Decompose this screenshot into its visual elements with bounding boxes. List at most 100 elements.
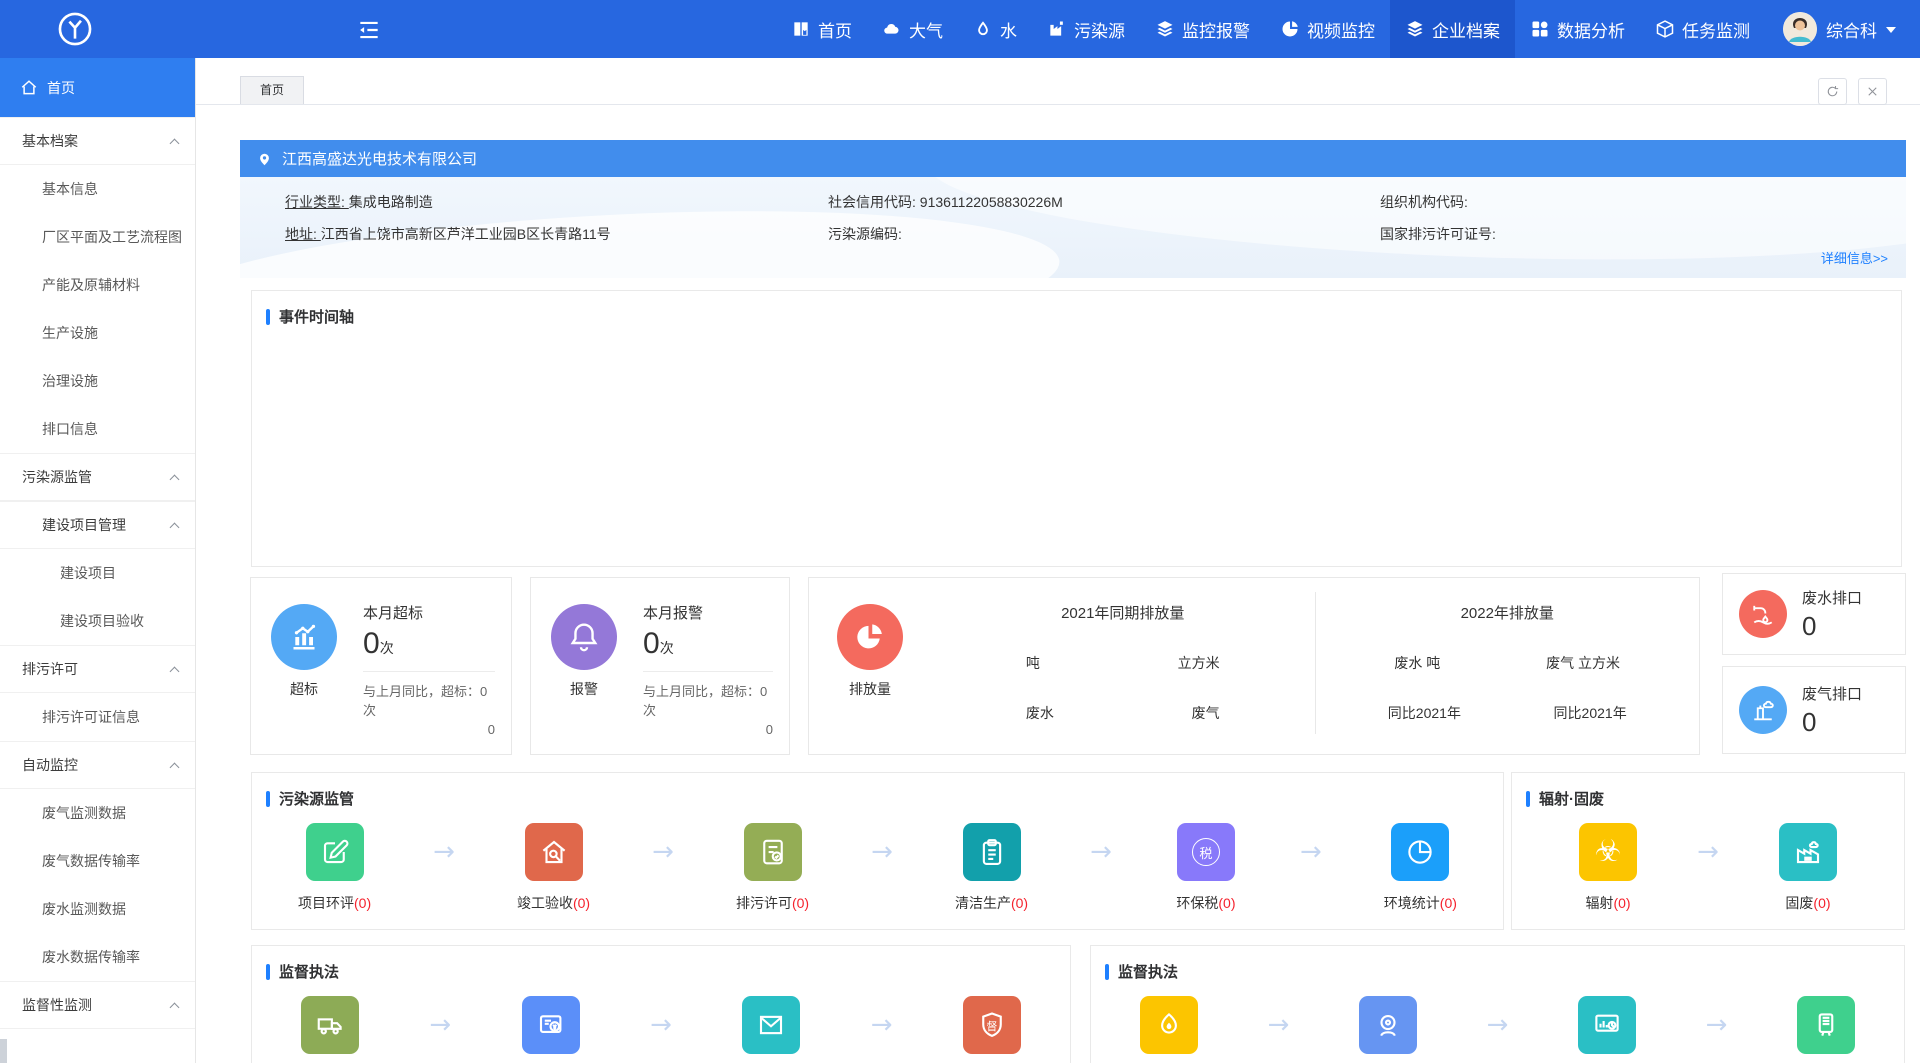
refresh-button[interactable] xyxy=(1818,78,1847,105)
emission-2022-compare: 同比2021年 同比2021年 xyxy=(1316,703,1700,723)
close-button[interactable] xyxy=(1858,78,1887,105)
arrow-right-icon: → xyxy=(1487,1012,1509,1038)
arrow-right-icon: → xyxy=(1300,839,1322,865)
archive-layers-icon xyxy=(1405,19,1425,39)
environment-statistics-item[interactable]: 环境统计(0) xyxy=(1384,823,1457,913)
transport-item[interactable] xyxy=(298,996,362,1054)
sidebar-item-water-transmission-rate[interactable]: 废水数据传输率 xyxy=(0,933,195,981)
field-pollution-code: 污染源编码: xyxy=(828,224,1380,244)
field-org-code: 组织机构代码: xyxy=(1380,192,1906,212)
sidebar-item-discharge-permit-info[interactable]: 排污许可证信息 xyxy=(0,693,195,741)
mini-title: 废气排口 xyxy=(1802,683,1862,704)
sidebar-group-pollution-supervision[interactable]: 污染源监管 xyxy=(0,453,195,501)
video-inspect-item[interactable] xyxy=(1356,996,1420,1054)
divider xyxy=(363,671,495,672)
stat-value: 0次 xyxy=(643,627,773,661)
completion-acceptance-item[interactable]: 竣工验收(0) xyxy=(517,823,590,913)
sidebar-label: 自动监控 xyxy=(22,755,78,775)
nav-monitor-alarm[interactable]: 监控报警 xyxy=(1140,0,1265,58)
panel-title: 监督执法 xyxy=(1091,946,1904,992)
company-fields: 行业类型: 集成电路制造 社会信用代码: 91361122058830226M … xyxy=(240,177,1906,244)
radiation-item[interactable]: ☣ 辐射(0) xyxy=(1576,823,1640,913)
field-permit-no: 国家排污许可证号: xyxy=(1380,224,1906,244)
arrow-right-icon: → xyxy=(652,839,674,865)
nav-atmosphere[interactable]: 大气 xyxy=(867,0,958,58)
arrow-right-icon: → xyxy=(429,1012,451,1038)
sidebar-item-water-monitoring-data[interactable]: 废水监测数据 xyxy=(0,885,195,933)
emission-2021-labels: 废水 废气 xyxy=(931,703,1315,723)
sidebar-item-basic-info[interactable]: 基本信息 xyxy=(0,165,195,213)
sidebar-label: 排口信息 xyxy=(42,419,98,439)
sidebar-item-construction-acceptance[interactable]: 建设项目验收 xyxy=(0,597,195,645)
sidebar-label: 废水监测数据 xyxy=(42,899,126,919)
record-device-item[interactable] xyxy=(1794,996,1858,1054)
nav-home[interactable]: 首页 xyxy=(776,0,867,58)
field-industry: 行业类型: 集成电路制造 xyxy=(285,192,828,212)
sidebar-collapse-icon[interactable] xyxy=(356,17,382,41)
nav-label: 视频监控 xyxy=(1307,17,1375,42)
mini-title: 废水排口 xyxy=(1802,587,1862,608)
chevron-down-icon xyxy=(1886,27,1896,33)
radiation-title: 辐射·固废 xyxy=(1539,788,1604,809)
webcam-icon xyxy=(1359,996,1417,1054)
chevron-up-icon xyxy=(170,139,180,149)
sidebar-scrollbar[interactable] xyxy=(0,1039,7,1063)
sidebar-label: 治理设施 xyxy=(42,371,98,391)
discharge-permit-item[interactable]: 排污许可(0) xyxy=(736,823,809,913)
enforcement-right-title: 监督执法 xyxy=(1118,961,1178,982)
chevron-up-icon xyxy=(170,667,180,677)
sidebar-item-home[interactable]: 首页 xyxy=(0,58,195,117)
sidebar-item-production-facilities[interactable]: 生产设施 xyxy=(0,309,195,357)
panel-title: 污染源监管 xyxy=(252,773,1503,819)
sidebar-group-basic-archives[interactable]: 基本档案 xyxy=(0,117,195,165)
nav-pollution-source[interactable]: 污染源 xyxy=(1032,0,1140,58)
factory-icon xyxy=(1779,823,1837,881)
nav-data-analysis[interactable]: 数据分析 xyxy=(1515,0,1640,58)
nav-task-monitor[interactable]: 任务监测 xyxy=(1640,0,1765,58)
sidebar-item-construction-project[interactable]: 建设项目 xyxy=(0,549,195,597)
clean-production-item[interactable]: 清洁生产(0) xyxy=(955,823,1028,913)
user-menu[interactable]: 综合科 xyxy=(1765,0,1920,58)
sidebar-group-discharge-permit[interactable]: 排污许可 xyxy=(0,645,195,693)
company-info: 行业类型: 集成电路制造 社会信用代码: 91361122058830226M … xyxy=(240,177,1906,278)
sidebar-label: 建设项目管理 xyxy=(42,515,126,535)
nav-water[interactable]: 水 xyxy=(958,0,1032,58)
detail-info-link[interactable]: 详细信息>> xyxy=(1821,248,1888,267)
sidebar-group-auto-monitoring[interactable]: 自动监控 xyxy=(0,741,195,789)
invoice-item[interactable] xyxy=(519,996,583,1054)
panel-title: 监督执法 xyxy=(252,946,1070,992)
environment-tax-item[interactable]: 税 环保税(0) xyxy=(1174,823,1238,913)
enforcement-right-flow: → → → xyxy=(1091,992,1904,1054)
supervise-badge-item[interactable]: 督 xyxy=(960,996,1024,1054)
sidebar-item-plant-layout-process[interactable]: 厂区平面及工艺流程图 xyxy=(0,213,195,261)
sidebar-group-construction-project-mgmt[interactable]: 建设项目管理 xyxy=(0,501,195,549)
supervise-shield-icon: 督 xyxy=(963,996,1021,1054)
mini-value: 0 xyxy=(1802,611,1862,642)
sidebar-item-outlet-info[interactable]: 排口信息 xyxy=(0,405,195,453)
sidebar-item-capacity-materials[interactable]: 产能及原辅材料 xyxy=(0,261,195,309)
page-actions xyxy=(1818,78,1887,105)
solid-waste-item[interactable]: 固废(0) xyxy=(1776,823,1840,913)
sidebar-group-supervisory-monitoring[interactable]: 监督性监测 xyxy=(0,981,195,1029)
eia-item[interactable]: 项目环评(0) xyxy=(298,823,371,913)
emission-stat-card: 排放量 2021年同期排放量 吨 立方米 废水 废气 2022年排放量 xyxy=(808,577,1700,755)
nav-label: 水 xyxy=(1000,17,1017,42)
supervision-title: 污染源监管 xyxy=(279,788,354,809)
emission-2021-title: 2021年同期排放量 xyxy=(931,602,1315,623)
mail-item[interactable] xyxy=(739,996,803,1054)
tab-home[interactable]: 首页 xyxy=(240,76,304,104)
nav-video-monitor[interactable]: 视频监控 xyxy=(1265,0,1390,58)
title-bar-accent xyxy=(266,791,270,807)
app: 首页 大气 水 污染源 监控报警 视频监控 xyxy=(0,0,1920,1063)
nav-enterprise-archive[interactable]: 企业档案 xyxy=(1390,0,1515,58)
monitor-report-item[interactable] xyxy=(1575,996,1639,1054)
sidebar-item-treatment-facilities[interactable]: 治理设施 xyxy=(0,357,195,405)
sidebar-label: 废水数据传输率 xyxy=(42,947,140,967)
sidebar-item-gas-monitoring-data[interactable]: 废气监测数据 xyxy=(0,789,195,837)
alarm-icon-block: 报警 xyxy=(531,578,637,754)
arrow-right-icon: → xyxy=(433,839,455,865)
clipboard-icon xyxy=(963,823,1021,881)
inspection-item[interactable] xyxy=(1137,996,1201,1054)
pie-chart-icon xyxy=(837,604,903,670)
sidebar-item-gas-transmission-rate[interactable]: 废气数据传输率 xyxy=(0,837,195,885)
